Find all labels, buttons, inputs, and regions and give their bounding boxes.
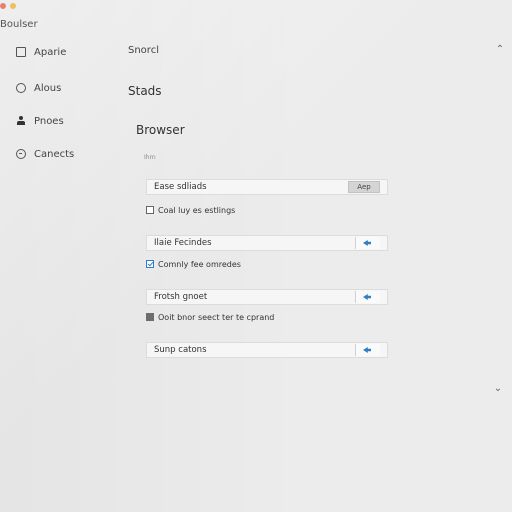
chevron-up-icon[interactable]: ⌃ — [494, 44, 506, 56]
search-field[interactable]: Snorcl — [128, 45, 159, 56]
minimize-window-button[interactable] — [10, 3, 16, 9]
ring-icon — [16, 149, 26, 159]
section-title: Browser — [136, 123, 185, 137]
toggle-arrow-icon — [363, 240, 371, 246]
apply-button[interactable]: Aep — [348, 181, 380, 193]
setting-row: Sunp catons — [146, 342, 388, 358]
person-icon — [16, 116, 26, 126]
sidebar-item-pnoes[interactable]: Pnoes — [16, 113, 64, 129]
checkbox-row[interactable]: Coal luy es estlings — [146, 204, 235, 216]
checkbox[interactable] — [146, 206, 154, 214]
circle-icon — [16, 83, 26, 93]
toggle-switch[interactable] — [355, 291, 380, 303]
window-title: Boulser — [0, 19, 38, 30]
sidebar-item-alous[interactable]: Alous — [16, 80, 61, 96]
sidebar-item-label: Canects — [34, 148, 75, 160]
checkbox[interactable] — [146, 313, 154, 321]
sidebar-item-canects[interactable]: Canects — [16, 146, 74, 162]
toggle-switch[interactable] — [355, 237, 380, 249]
window-controls — [0, 3, 24, 11]
setting-row: Frotsh gnoet — [146, 289, 388, 305]
page-title: Stads — [128, 84, 162, 98]
toggle-arrow-icon — [363, 294, 371, 300]
setting-row: Ilaie Fecindes — [146, 235, 388, 251]
checkbox-label: Ooit bnor seect ter te cprand — [158, 312, 275, 322]
setting-label: Sunp catons — [154, 345, 207, 355]
sidebar-item-label: Aparie — [34, 46, 67, 58]
sidebar-item-label: Pnoes — [34, 115, 64, 127]
chevron-down-icon[interactable]: ⌄ — [492, 383, 504, 395]
background-light-overlay — [0, 0, 512, 512]
checkbox-label: Comnly fee omredes — [158, 259, 241, 269]
document-icon — [16, 47, 26, 57]
sidebar-item-aparie[interactable]: Aparie — [16, 44, 66, 60]
toggle-switch[interactable] — [355, 344, 380, 356]
setting-label: Frotsh gnoet — [154, 292, 208, 302]
checkbox-row[interactable]: Ooit bnor seect ter te cprand — [146, 311, 274, 323]
toggle-arrow-icon — [363, 347, 371, 353]
section-subtitle: Ihrn — [144, 154, 156, 161]
sidebar-item-label: Alous — [34, 82, 62, 94]
checkbox-label: Coal luy es estlings — [158, 205, 236, 215]
setting-row: Ease sdliads Aep — [146, 179, 388, 195]
setting-label: Ilaie Fecindes — [154, 238, 212, 248]
setting-label: Ease sdliads — [154, 182, 207, 192]
close-window-button[interactable] — [0, 3, 6, 9]
checkbox-row[interactable]: Comnly fee omredes — [146, 258, 241, 270]
checkbox[interactable] — [146, 260, 154, 268]
